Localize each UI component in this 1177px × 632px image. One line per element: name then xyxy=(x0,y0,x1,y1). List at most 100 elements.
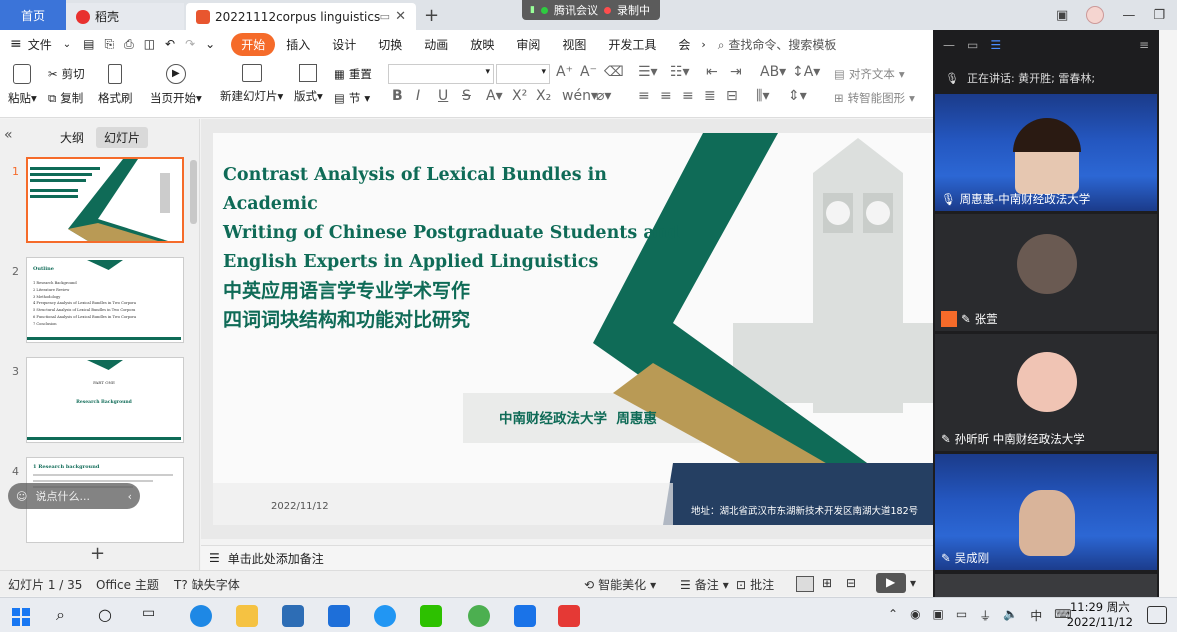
comments-button[interactable]: ⊡ 批注 xyxy=(736,576,774,593)
taskbar-clock[interactable]: 11:29 周六 2022/11/12 xyxy=(1067,600,1133,630)
save-icon[interactable]: ▤ xyxy=(83,37,94,51)
slide-thumbnail-3[interactable]: PART ONE Research Background xyxy=(26,357,184,443)
menu-file[interactable]: 文件 xyxy=(28,36,63,53)
normal-view-icon[interactable] xyxy=(796,576,814,592)
volume-icon[interactable]: 🔈 xyxy=(1003,607,1018,624)
windows-start-icon[interactable] xyxy=(12,605,34,627)
start-from-current-button[interactable]: ▶ 当页开始▾ xyxy=(150,64,202,106)
menu-insert[interactable]: 插入 xyxy=(275,36,321,53)
hamburger-icon[interactable]: ≡ xyxy=(10,36,22,52)
format-painter-button[interactable]: 格式刷 xyxy=(98,64,133,106)
tab-document[interactable]: 20221112corpus linguistics ▭ ✕ xyxy=(186,3,416,30)
menu-developer[interactable]: 开发工具 xyxy=(597,36,667,53)
store-icon[interactable] xyxy=(282,605,304,627)
slide-thumbnail-1[interactable] xyxy=(26,157,184,243)
ie-browser-icon[interactable] xyxy=(374,605,396,627)
input-method-icon[interactable]: 中 xyxy=(1030,607,1042,624)
new-slide-button[interactable]: 新建幻灯片▾ xyxy=(220,64,283,104)
page-icon[interactable]: ▣ xyxy=(1056,8,1068,23)
minimize-icon[interactable]: — xyxy=(943,38,955,52)
slide-thumbnail-2[interactable]: Outline 1 Research Background 2 Literatu… xyxy=(26,257,184,343)
section-button[interactable]: ▤ 节 ▾ xyxy=(334,90,370,106)
tab-slides[interactable]: 幻灯片 xyxy=(96,127,149,148)
participant-video-5[interactable] xyxy=(935,574,1157,597)
indent-increase-icon[interactable]: ⇥ xyxy=(730,64,742,80)
phonetic-icon[interactable]: wén▾ xyxy=(562,88,598,104)
float-window-icon[interactable]: ▭ xyxy=(380,10,390,23)
smart-graphic-button[interactable]: ⊞ 转智能图形 ▾ xyxy=(834,90,915,106)
wechat-icon[interactable] xyxy=(420,605,442,627)
font-shrink-icon[interactable]: A⁻ xyxy=(580,64,597,80)
align-right-icon[interactable]: ≡ xyxy=(682,88,694,104)
menu-review[interactable]: 审阅 xyxy=(505,36,551,53)
bullets-icon[interactable]: ☰▾ xyxy=(638,64,658,80)
paste-button[interactable]: 粘贴▾ xyxy=(8,64,37,106)
distribute-icon[interactable]: ⊟ xyxy=(726,88,738,104)
tray-usb-icon[interactable]: ⏚ xyxy=(979,607,991,624)
menu-slideshow[interactable]: 放映 xyxy=(459,36,505,53)
tray-meeting-icon[interactable]: ▣ xyxy=(933,607,944,624)
columns-icon[interactable]: ⫼▾ xyxy=(756,88,769,104)
participant-video-2[interactable]: ✎ 张萱 xyxy=(935,214,1157,331)
font-size-select[interactable]: ▾ xyxy=(496,64,550,84)
clear-format-icon[interactable]: ⌫ xyxy=(604,64,624,80)
numbering-icon[interactable]: ☷▾ xyxy=(670,64,690,80)
line-spacing-icon[interactable]: ↕A▾ xyxy=(792,64,820,80)
highlight-icon[interactable]: ⌀▾ xyxy=(596,88,611,104)
360-browser-icon[interactable] xyxy=(468,605,490,627)
justify-icon[interactable]: ≣ xyxy=(704,88,716,104)
minimize-icon[interactable]: — xyxy=(1122,8,1135,23)
tab-home[interactable]: 首页 xyxy=(0,0,66,30)
reset-button[interactable]: ▦ 重置 xyxy=(334,66,372,82)
tray-app-icon[interactable]: ◉ xyxy=(910,607,920,624)
menu-transition[interactable]: 切换 xyxy=(367,36,413,53)
paragraph-spacing-icon[interactable]: ⇕▾ xyxy=(788,88,807,104)
search-icon[interactable]: ⌕ xyxy=(56,605,78,627)
more-chevron-icon[interactable]: ⌄ xyxy=(205,37,215,51)
font-family-select[interactable]: ▾ xyxy=(388,64,494,84)
tray-expand-icon[interactable]: ⌃ xyxy=(888,607,898,624)
redo-icon[interactable]: ↷ xyxy=(185,37,195,51)
thumbnail-scrollbar[interactable] xyxy=(190,160,197,224)
undo-icon[interactable]: ↶ xyxy=(165,37,175,51)
add-slide-icon[interactable]: + xyxy=(90,543,105,564)
superscript-icon[interactable]: X² xyxy=(512,88,527,104)
tencent-meeting-icon[interactable] xyxy=(514,605,536,627)
notes-toggle-button[interactable]: ☰ 备注 ▾ xyxy=(680,576,729,593)
align-center-icon[interactable]: ≡ xyxy=(660,88,672,104)
edge-browser-icon[interactable] xyxy=(190,605,212,627)
cut-button[interactable]: ✂ 剪切 xyxy=(48,66,85,82)
task-view-icon[interactable]: ▭ xyxy=(142,605,164,627)
text-box-icon[interactable]: AB▾ xyxy=(760,64,786,80)
reading-view-icon[interactable]: ⊟ xyxy=(846,576,856,590)
export-icon[interactable]: ⎘ xyxy=(104,37,114,52)
file-explorer-icon[interactable] xyxy=(236,605,258,627)
font-grow-icon[interactable]: A⁺ xyxy=(556,64,573,80)
align-text-button[interactable]: ▤ 对齐文本 ▾ xyxy=(834,66,905,82)
strikethrough-icon[interactable]: S xyxy=(462,88,471,104)
search-command[interactable]: ⌕ 查找命令、搜索模板 xyxy=(718,36,837,53)
tab-docer[interactable]: 稻壳 xyxy=(66,3,184,30)
menu-design[interactable]: 设计 xyxy=(321,36,367,53)
italic-icon[interactable]: I xyxy=(416,88,420,104)
participant-video-3[interactable]: ✎ 孙昕昕 中南财经政法大学 xyxy=(935,334,1157,451)
layout-button[interactable]: 版式▾ xyxy=(294,64,323,104)
preview-icon[interactable]: ◫ xyxy=(144,37,155,51)
subscript-icon[interactable]: X₂ xyxy=(536,88,551,104)
new-tab-icon[interactable]: + xyxy=(424,5,439,26)
indent-decrease-icon[interactable]: ⇤ xyxy=(706,64,718,80)
copy-button[interactable]: ⧉ 复制 xyxy=(48,90,83,106)
font-color-icon[interactable]: A▾ xyxy=(486,88,503,104)
missing-font-button[interactable]: T? 缺失字体 xyxy=(174,576,240,593)
print-icon[interactable]: ⎙ xyxy=(124,37,134,52)
list-view-icon[interactable]: ☰ xyxy=(990,38,1001,52)
tab-outline[interactable]: 大纲 xyxy=(52,127,92,148)
participant-video-1[interactable]: 🎙 周惠惠-中南财经政法大学 xyxy=(935,94,1157,211)
menu-home[interactable]: 开始 xyxy=(231,32,276,56)
meeting-status-bar[interactable]: ▮ 腾讯会议 录制中 xyxy=(522,0,660,20)
menu-view[interactable]: 视图 xyxy=(551,36,597,53)
menu-animation[interactable]: 动画 xyxy=(413,36,459,53)
align-left-icon[interactable]: ≡ xyxy=(638,88,650,104)
notes-bar[interactable]: ☰ 单击此处添加备注 xyxy=(201,545,933,570)
bold-icon[interactable]: B xyxy=(392,88,403,104)
